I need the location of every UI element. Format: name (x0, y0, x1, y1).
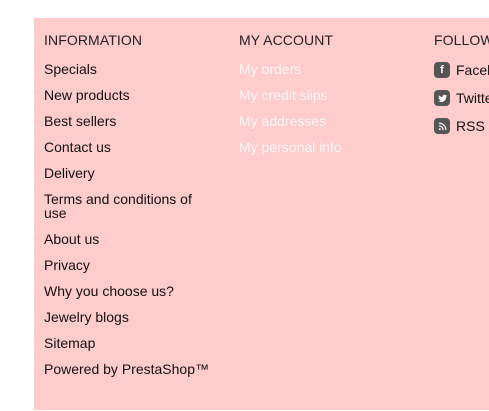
list-item: Delivery (44, 166, 219, 180)
list-item: My credit slips (239, 88, 419, 102)
twitter-label: Twitter (456, 90, 489, 106)
twitter-icon (434, 90, 450, 106)
account-links: My orders My credit slips My addresses M… (239, 62, 419, 154)
list-item: f Facebook (434, 62, 489, 78)
account-column: MY ACCOUNT My orders My credit slips My … (239, 33, 419, 166)
link-specials[interactable]: Specials (44, 62, 214, 76)
list-item: Jewelry blogs (44, 310, 219, 324)
list-item: Powered by PrestaShop™ (44, 362, 219, 376)
link-my-personal-info[interactable]: My personal info (239, 140, 342, 154)
account-title: MY ACCOUNT (239, 32, 334, 48)
list-item: Specials (44, 62, 219, 76)
link-facebook[interactable]: f Facebook (434, 62, 489, 78)
information-links: Specials New products Best sellers Conta… (44, 62, 219, 376)
link-why-choose-us[interactable]: Why you choose us? (44, 284, 214, 298)
list-item: New products (44, 88, 219, 102)
link-new-products[interactable]: New products (44, 88, 214, 102)
list-item: About us (44, 232, 219, 246)
list-item: Sitemap (44, 336, 219, 350)
link-jewelry-blogs[interactable]: Jewelry blogs (44, 310, 214, 324)
link-rss[interactable]: RSS (434, 118, 489, 134)
link-privacy[interactable]: Privacy (44, 258, 214, 272)
link-powered-by[interactable]: Powered by PrestaShop™ (44, 362, 214, 376)
follow-links: f Facebook Twitter (434, 62, 489, 134)
information-column: INFORMATION Specials New products Best s… (44, 33, 219, 388)
facebook-icon: f (434, 62, 450, 78)
footer-panel: INFORMATION Specials New products Best s… (34, 18, 489, 410)
rss-label: RSS (456, 118, 485, 134)
link-my-orders[interactable]: My orders (239, 62, 301, 76)
rss-icon (434, 118, 450, 134)
list-item: Twitter (434, 90, 489, 106)
information-title: INFORMATION (44, 32, 143, 48)
list-item: My orders (239, 62, 419, 76)
link-delivery[interactable]: Delivery (44, 166, 214, 180)
link-contact-us[interactable]: Contact us (44, 140, 214, 154)
link-my-addresses[interactable]: My addresses (239, 114, 326, 128)
link-about-us[interactable]: About us (44, 232, 214, 246)
follow-column: FOLLOW US f Facebook Twitter (434, 33, 489, 146)
list-item: RSS (434, 118, 489, 134)
list-item: Best sellers (44, 114, 219, 128)
list-item: Why you choose us? (44, 284, 219, 298)
list-item: Terms and conditions of use (44, 192, 219, 220)
link-my-credit-slips[interactable]: My credit slips (239, 88, 328, 102)
list-item: My addresses (239, 114, 419, 128)
list-item: Privacy (44, 258, 219, 272)
link-sitemap[interactable]: Sitemap (44, 336, 214, 350)
link-terms-and-conditions[interactable]: Terms and conditions of use (44, 192, 214, 220)
link-twitter[interactable]: Twitter (434, 90, 489, 106)
follow-title: FOLLOW US (434, 32, 489, 48)
link-best-sellers[interactable]: Best sellers (44, 114, 214, 128)
list-item: Contact us (44, 140, 219, 154)
facebook-label: Facebook (456, 62, 489, 78)
list-item: My personal info (239, 140, 419, 154)
